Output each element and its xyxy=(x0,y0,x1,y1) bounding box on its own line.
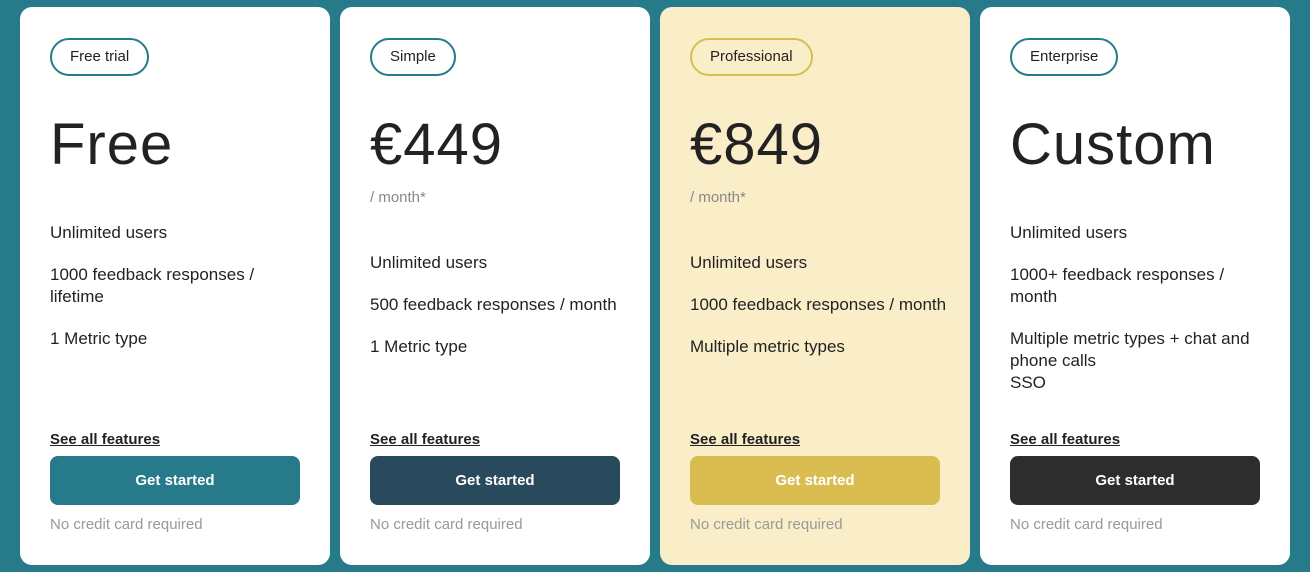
no-credit-card-note: No credit card required xyxy=(50,516,203,533)
feature-list: Unlimited users 500 feedback responses / … xyxy=(370,252,630,378)
feature-item: Unlimited users xyxy=(370,253,488,272)
plan-badge: Free trial xyxy=(50,38,150,76)
no-credit-card-note: No credit card required xyxy=(690,516,843,533)
no-credit-card-note: No credit card required xyxy=(1010,516,1163,533)
plan-card-professional: Professional €849 / month* Unlimited users… xyxy=(660,7,970,565)
plan-card-free-trial: Free trial Free Unlimited users 1000 feedb… xyxy=(20,7,330,565)
price-period: / month* xyxy=(370,189,426,206)
get-started-button[interactable]: Get started xyxy=(1010,456,1260,505)
plan-price: €449 xyxy=(370,112,504,177)
feature-item: 500 feedback responses / month xyxy=(370,295,617,314)
see-all-features-link[interactable]: See all features xyxy=(370,431,480,448)
plan-badge: Simple xyxy=(370,38,456,76)
feature-item: Multiple metric types xyxy=(690,337,845,356)
plan-price: €849 xyxy=(690,112,824,177)
feature-item: 1 Metric type xyxy=(50,329,148,348)
see-all-features-link[interactable]: See all features xyxy=(690,431,800,448)
see-all-features-link[interactable]: See all features xyxy=(50,431,160,448)
feature-list: Unlimited users 1000+ feedback responses … xyxy=(1010,222,1270,414)
get-started-button[interactable]: Get started xyxy=(50,456,300,505)
get-started-button[interactable]: Get started xyxy=(370,456,620,505)
plan-badge: Professional xyxy=(690,38,813,76)
feature-list: Unlimited users 1000 feedback responses /… xyxy=(50,222,310,370)
get-started-button[interactable]: Get started xyxy=(690,456,940,505)
feature-list: Unlimited users 1000 feedback responses /… xyxy=(690,252,950,378)
feature-item: 1000+ feedback responses / month xyxy=(1010,265,1225,306)
plan-price: Free xyxy=(50,112,174,177)
plan-price: Custom xyxy=(1010,112,1216,177)
feature-item: Unlimited users xyxy=(1010,223,1128,242)
feature-item: Multiple metric types + chat and phone c… xyxy=(1010,329,1250,392)
price-period: / month* xyxy=(690,189,746,206)
feature-item: 1 Metric type xyxy=(370,337,468,356)
feature-item: Unlimited users xyxy=(50,223,168,242)
feature-item: 1000 feedback responses / lifetime xyxy=(50,265,255,306)
plan-card-enterprise: Enterprise Custom Unlimited users 1000+ fe… xyxy=(980,7,1290,565)
no-credit-card-note: No credit card required xyxy=(370,516,523,533)
plan-card-simple: Simple €449 / month* Unlimited users 500 fe… xyxy=(340,7,650,565)
see-all-features-link[interactable]: See all features xyxy=(1010,431,1120,448)
plan-badge: Enterprise xyxy=(1010,38,1119,76)
feature-item: 1000 feedback responses / month xyxy=(690,295,947,314)
feature-item: Unlimited users xyxy=(690,253,808,272)
